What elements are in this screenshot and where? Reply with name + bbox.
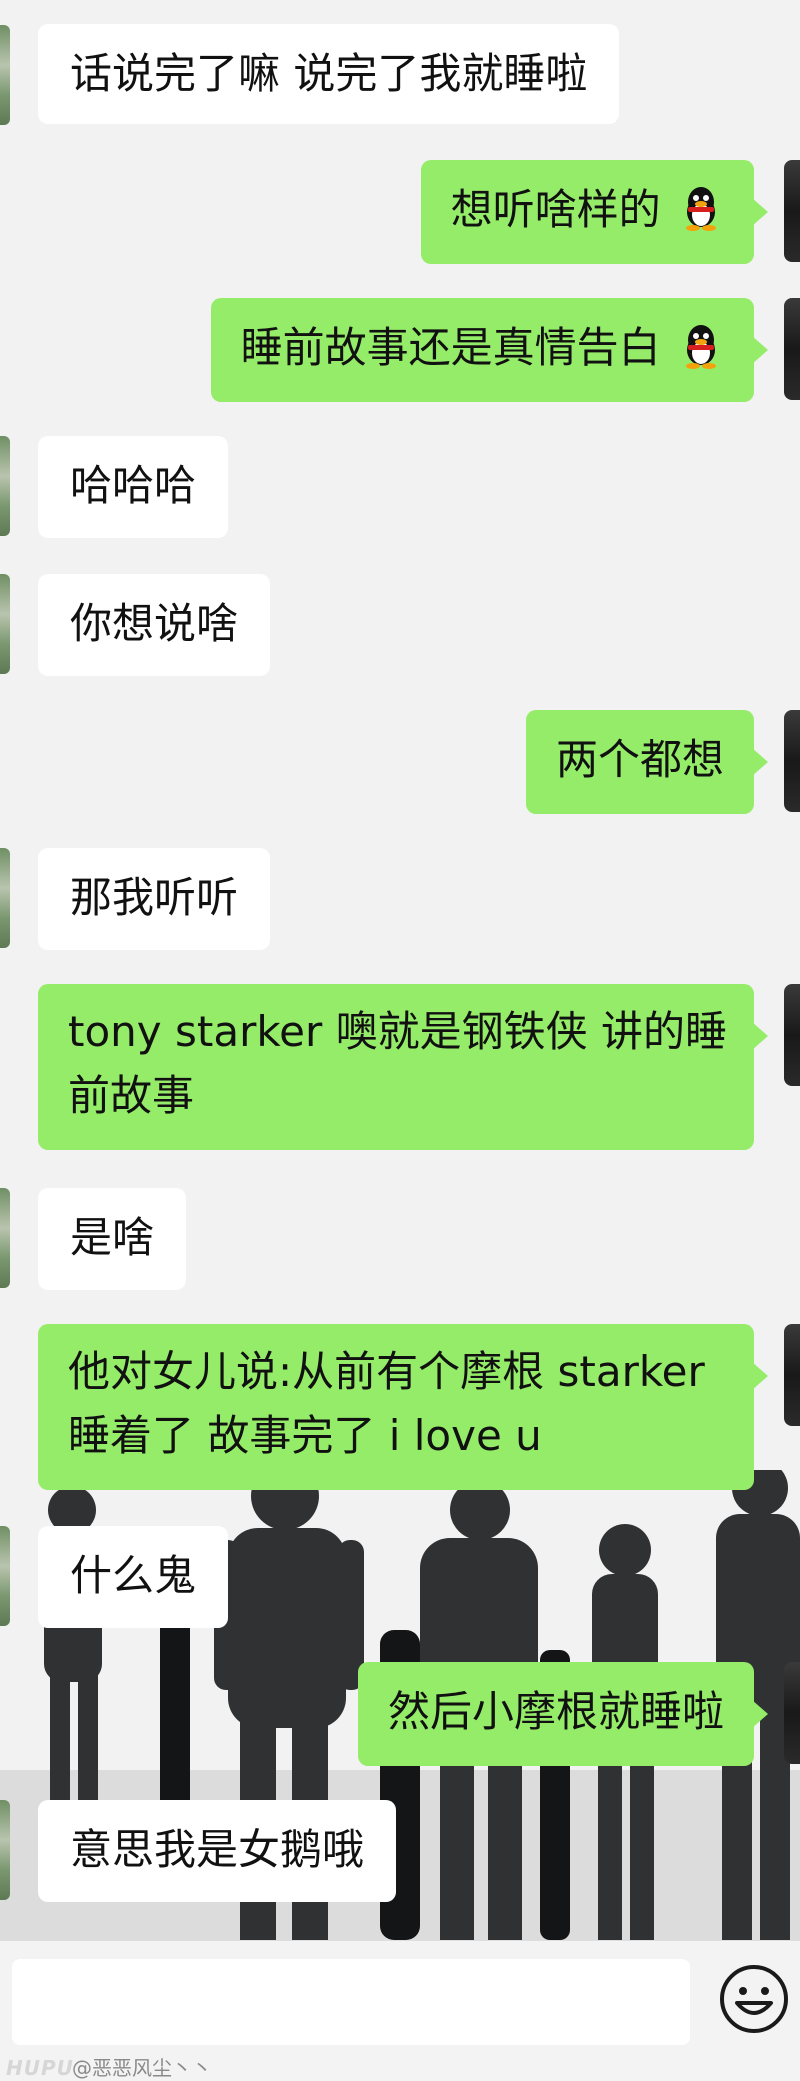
- incoming-message-bubble[interactable]: 是啥: [38, 1188, 187, 1290]
- my-avatar[interactable]: [784, 1662, 800, 1764]
- message-text: 意思我是女鹅哦: [70, 1825, 365, 1874]
- contact-avatar[interactable]: [0, 1526, 10, 1626]
- message-text: 哈哈哈: [70, 461, 197, 510]
- outgoing-message-bubble[interactable]: 然后小摩根就睡啦: [357, 1662, 769, 1766]
- contact-avatar[interactable]: [0, 25, 10, 125]
- message-text-line: 他对女儿说:从前有个摩根 starker: [68, 1347, 705, 1396]
- watermark-footer: HUPU @恶恶风尘丶丶: [0, 2056, 800, 2081]
- smiley-face-icon[interactable]: [718, 1963, 790, 2035]
- message-text: 你想说啥: [70, 599, 239, 648]
- outgoing-message-bubble[interactable]: 他对女儿说:从前有个摩根 starker 睡着了 故事完了 i love u: [38, 1324, 768, 1490]
- qq-penguin-emoji-icon: [686, 325, 716, 369]
- message-text: 睡前故事还是真情告白: [240, 323, 661, 372]
- message-text-line: tony starker 噢就是钢铁侠 讲的睡: [68, 1007, 727, 1056]
- message-input-bar: [0, 1940, 800, 2059]
- chat-message-list[interactable]: 话说完了嘛 说完了我就睡啦 想听啥样的 睡前故事还是真情告白 哈哈哈 你想说啥 …: [0, 0, 800, 1940]
- my-avatar[interactable]: [784, 298, 800, 400]
- message-text: 那我听听: [70, 873, 239, 922]
- my-avatar[interactable]: [784, 160, 800, 262]
- incoming-message-bubble[interactable]: 那我听听: [38, 848, 271, 950]
- message-text: 话说完了嘛 说完了我就睡啦: [70, 49, 588, 98]
- incoming-message-bubble[interactable]: 你想说啥: [38, 574, 271, 676]
- my-avatar[interactable]: [784, 710, 800, 812]
- message-text: 是啥: [70, 1213, 155, 1262]
- incoming-message-bubble[interactable]: 意思我是女鹅哦: [38, 1800, 397, 1902]
- message-text-line: 睡着了 故事完了 i love u: [68, 1411, 542, 1460]
- message-input[interactable]: [12, 1959, 690, 2045]
- qq-penguin-emoji-icon: [686, 187, 716, 231]
- my-avatar[interactable]: [784, 984, 800, 1086]
- incoming-message-bubble[interactable]: 什么鬼: [38, 1526, 229, 1628]
- outgoing-message-bubble[interactable]: 想听啥样的: [420, 160, 769, 264]
- my-avatar[interactable]: [784, 1324, 800, 1426]
- contact-avatar[interactable]: [0, 1800, 10, 1900]
- hupu-watermark: HUPU: [6, 2056, 74, 2080]
- message-text-line: 前故事: [68, 1071, 195, 1120]
- message-text: 想听啥样的: [450, 185, 661, 234]
- contact-avatar[interactable]: [0, 1188, 10, 1288]
- contact-avatar[interactable]: [0, 848, 10, 948]
- contact-avatar[interactable]: [0, 436, 10, 536]
- message-text: 然后小摩根就睡啦: [387, 1687, 724, 1736]
- contact-avatar[interactable]: [0, 574, 10, 674]
- outgoing-message-bubble[interactable]: 两个都想: [525, 710, 769, 814]
- incoming-message-bubble[interactable]: 哈哈哈: [38, 436, 229, 538]
- message-text: 什么鬼: [70, 1551, 197, 1600]
- message-text: 两个都想: [555, 735, 724, 784]
- outgoing-message-bubble[interactable]: tony starker 噢就是钢铁侠 讲的睡 前故事: [38, 984, 768, 1150]
- incoming-message-bubble[interactable]: 话说完了嘛 说完了我就睡啦: [38, 24, 620, 124]
- watermark-username: @恶恶风尘丶丶: [72, 2056, 212, 2080]
- outgoing-message-bubble[interactable]: 睡前故事还是真情告白: [210, 298, 769, 402]
